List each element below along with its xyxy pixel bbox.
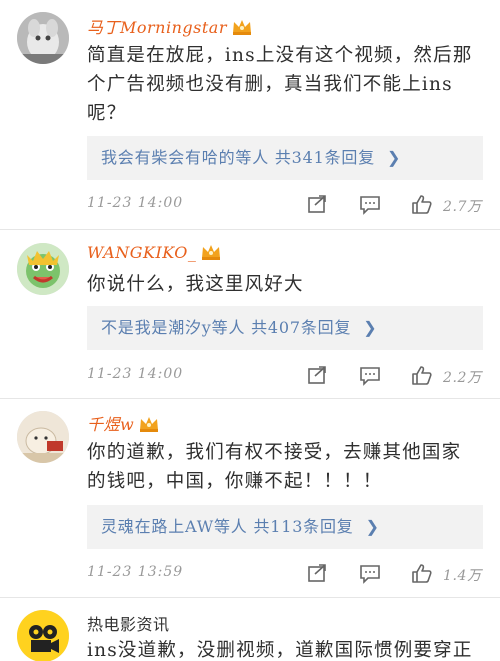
avatar[interactable] — [17, 610, 69, 661]
comment-text: 你的道歉，我们有权不接受，去赚其他国家的钱吧，中国，你赚不起！！！！ — [87, 442, 462, 492]
like-count: 2.7万 — [443, 199, 482, 215]
crown-icon — [200, 243, 222, 261]
username-text: 千煜w — [87, 415, 135, 434]
username[interactable]: 千煜w — [87, 411, 160, 435]
like-count: 2.2万 — [443, 370, 482, 386]
username-text: 热电影资讯 — [87, 615, 170, 634]
chevron-right-icon: ❯ — [365, 517, 380, 536]
reply-summary-text: 灵魂在路上AW等人 共113条回复 — [101, 517, 354, 536]
comment-meta: 11-23 13:59 1.4万 — [87, 562, 483, 588]
chevron-right-icon: ❯ — [363, 318, 378, 337]
share-icon[interactable] — [306, 364, 328, 386]
username[interactable]: 热电影资讯 — [87, 611, 170, 635]
username[interactable]: 马丁Morningstar — [87, 14, 253, 38]
comment-item: 千煜w 你的道歉，我们有权不接受，去赚其他国家的钱吧，中国，你赚不起！！！！ 灵… — [0, 399, 500, 596]
comment-meta: 11-23 14:00 2.7万 — [87, 193, 483, 219]
comment-icon[interactable] — [359, 364, 381, 386]
avatar[interactable] — [17, 411, 69, 463]
avatar[interactable] — [17, 243, 69, 295]
comment-text: 简直是在放屁，ins上没有这个视频，然后那个广告视频也没有删，真当我们不能上in… — [87, 45, 473, 124]
username-text: 马丁Morningstar — [87, 18, 227, 37]
comment-text: 你说什么，我这里风好大 — [87, 274, 304, 295]
comment-item: 热电影资讯 ins没道歉，没删视频，道歉国际惯例要穿正 — [0, 598, 500, 661]
timestamp: 11-23 13:59 — [87, 564, 184, 580]
avatar[interactable] — [17, 12, 69, 64]
share-icon[interactable] — [306, 193, 328, 215]
comment-text: ins没道歉，没删视频，道歉国际惯例要穿正 — [87, 640, 473, 661]
comment-icon[interactable] — [359, 562, 381, 584]
like-count: 1.4万 — [443, 568, 482, 584]
thumbs-up-icon[interactable] — [411, 562, 433, 584]
timestamp: 11-23 14:00 — [87, 366, 184, 382]
reply-summary[interactable]: 灵魂在路上AW等人 共113条回复 ❯ — [87, 505, 483, 549]
timestamp: 11-23 14:00 — [87, 195, 184, 211]
thumbs-up-icon[interactable] — [411, 364, 433, 386]
chevron-right-icon: ❯ — [387, 148, 402, 167]
share-icon[interactable] — [306, 562, 328, 584]
crown-icon — [231, 18, 253, 36]
comment-meta: 11-23 14:00 2.2万 — [87, 364, 483, 390]
reply-summary[interactable]: 我会有柴会有哈的等人 共341条回复 ❯ — [87, 136, 483, 180]
username[interactable]: WANGKIKO_ — [87, 243, 222, 262]
comment-icon[interactable] — [359, 193, 381, 215]
reply-summary[interactable]: 不是我是潮汐y等人 共407条回复 ❯ — [87, 306, 483, 350]
reply-summary-text: 不是我是潮汐y等人 共407条回复 — [101, 318, 352, 337]
comment-item: 马丁Morningstar 简直是在放屁，ins上没有这个视频，然后那个广告视频… — [0, 0, 500, 228]
thumbs-up-icon[interactable] — [411, 193, 433, 215]
username-text: WANGKIKO_ — [87, 243, 197, 262]
comment-item: WANGKIKO_ 你说什么，我这里风好大 不是我是潮汐y等人 共407条回复 ❯… — [0, 230, 500, 397]
crown-icon — [138, 415, 160, 433]
reply-summary-text: 我会有柴会有哈的等人 共341条回复 — [101, 148, 376, 167]
